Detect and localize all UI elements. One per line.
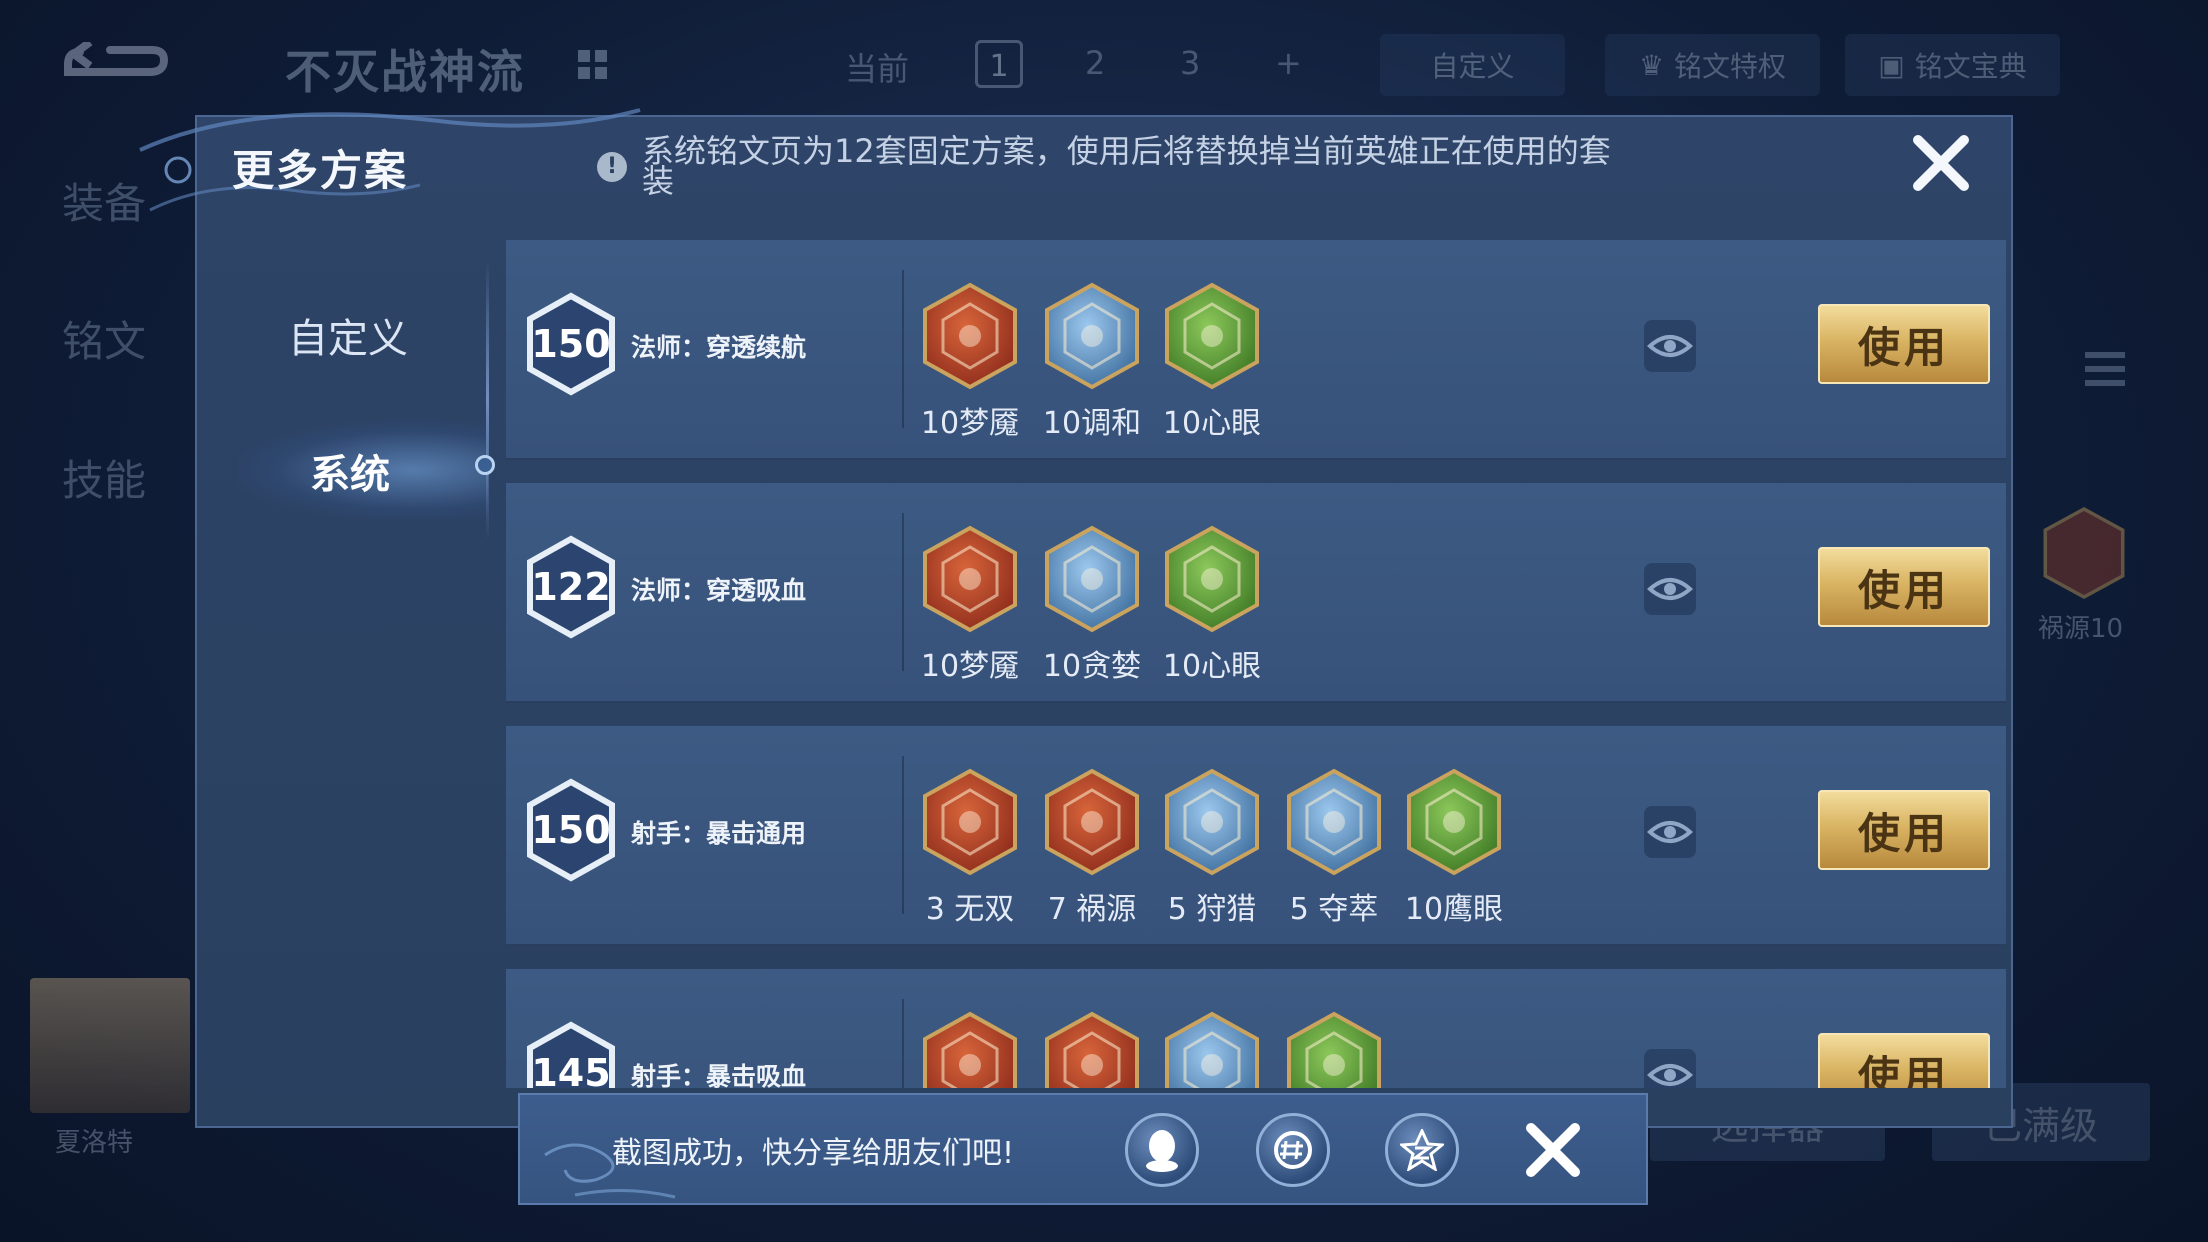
qzone-share-button[interactable]	[1385, 1113, 1459, 1187]
plan-row: 122 法师：穿透吸血 10梦魇 10贪婪 10心眼 使用	[506, 483, 2006, 703]
plan-name: 法师：穿透续航	[631, 333, 807, 362]
preview-eye-button[interactable]	[1644, 1049, 1696, 1088]
duocui-blue-rune-icon[interactable]	[1284, 768, 1384, 876]
toast-close-icon[interactable]	[1523, 1120, 1583, 1180]
rune-label: 10鹰眼	[1404, 892, 1504, 927]
preview-eye-button[interactable]	[1644, 320, 1696, 372]
tanlan-blue-rune-icon[interactable]	[1042, 525, 1142, 633]
rune-label: 10梦魇	[920, 406, 1020, 441]
qq-icon	[1146, 1130, 1178, 1172]
eye-icon	[1647, 1064, 1693, 1086]
rune-label: 5 狩猎	[1167, 892, 1257, 927]
rune-label: 10心眼	[1162, 649, 1262, 684]
plan-name: 法师：穿透吸血	[631, 576, 807, 605]
xinyan-green-rune-icon[interactable]	[1162, 525, 1262, 633]
xinyan-green-rune-icon[interactable]	[1162, 282, 1262, 390]
use-plan-button[interactable]: 使用	[1818, 547, 1990, 627]
rune-label: 10梦魇	[920, 649, 1020, 684]
plan-level: 150	[531, 808, 611, 852]
yingyan-green-rune-icon[interactable]	[1404, 768, 1504, 876]
rune-label: 10调和	[1042, 406, 1142, 441]
qq-share-button[interactable]	[1125, 1113, 1199, 1187]
plan-row: 150 法师：穿透续航 10梦魇 10调和 10心眼 使用	[506, 240, 2006, 460]
qzone-icon	[1400, 1129, 1444, 1171]
rune-label: 3 无双	[925, 892, 1015, 927]
eye-icon	[1647, 821, 1693, 843]
wushuang-red-rune-icon[interactable]	[920, 768, 1020, 876]
wushuang-red-rune-icon[interactable]	[920, 1011, 1020, 1088]
rune-label: 5 夺萃	[1289, 892, 1379, 927]
rune-label: 10贪婪	[1042, 649, 1142, 684]
yingyan-green-rune-icon[interactable]	[1284, 1011, 1384, 1088]
duocui-blue-rune-icon[interactable]	[1162, 1011, 1262, 1088]
hero-name: 夏洛特	[55, 1128, 134, 1158]
wechat-moments-icon	[1274, 1131, 1312, 1169]
plan-level: 122	[531, 565, 611, 609]
rune-label: 10心眼	[1162, 406, 1262, 441]
plan-row: 145 射手：暴击吸血 使用	[506, 969, 2006, 1088]
tiaohe-blue-rune-icon[interactable]	[1042, 282, 1142, 390]
plan-level: 150	[531, 322, 611, 366]
shoulie-blue-rune-icon[interactable]	[1162, 768, 1262, 876]
plan-name: 射手：暴击吸血	[631, 1062, 807, 1088]
moments-share-button[interactable]	[1256, 1113, 1330, 1187]
row-divider	[902, 999, 904, 1088]
use-plan-button[interactable]: 使用	[1818, 1033, 1990, 1088]
eye-icon	[1647, 578, 1693, 600]
plans-list: 150 法师：穿透续航 10梦魇 10调和 10心眼 使用 122 法师：穿透吸血 10梦魇 10…	[0, 0, 2208, 1088]
mengyan-red-rune-icon[interactable]	[920, 525, 1020, 633]
rune-label: 7 祸源	[1047, 892, 1137, 927]
huoyuan-red-rune-icon[interactable]	[1042, 1011, 1142, 1088]
huoyuan-red-rune-icon[interactable]	[1042, 768, 1142, 876]
toast-message: 截图成功，快分享给朋友们吧!	[612, 1136, 1015, 1171]
plan-row: 150 射手：暴击通用 3 无双 7 祸源 5 狩猎 5 夺萃 10鹰眼 使用	[506, 726, 2006, 946]
preview-eye-button[interactable]	[1644, 806, 1696, 858]
mengyan-red-rune-icon[interactable]	[920, 282, 1020, 390]
plan-level: 145	[531, 1051, 611, 1088]
use-plan-button[interactable]: 使用	[1818, 304, 1990, 384]
preview-eye-button[interactable]	[1644, 563, 1696, 615]
eye-icon	[1647, 335, 1693, 357]
plan-name: 射手：暴击通用	[631, 819, 807, 848]
use-plan-button[interactable]: 使用	[1818, 790, 1990, 870]
